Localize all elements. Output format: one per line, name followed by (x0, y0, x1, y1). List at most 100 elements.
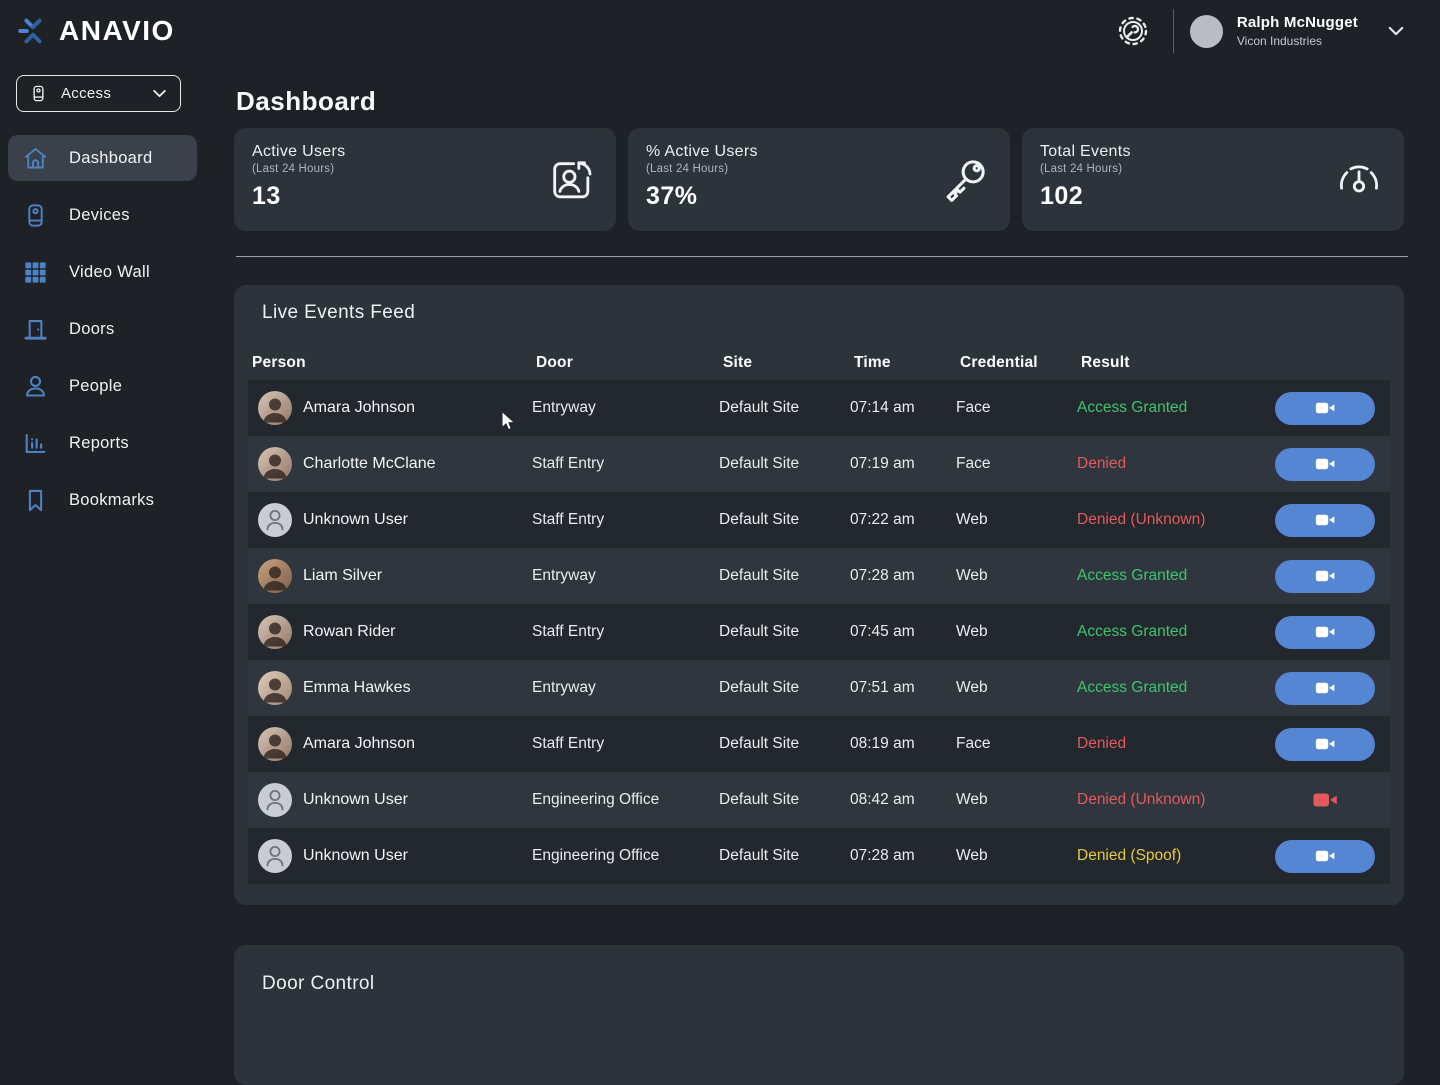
column-header-person: Person (252, 354, 536, 372)
credential-cell: Web (956, 623, 1077, 641)
video-button[interactable] (1275, 560, 1375, 593)
module-label: Access (61, 85, 111, 102)
bar-chart-icon (22, 430, 49, 457)
video-cell (1273, 840, 1390, 873)
event-row[interactable]: Unknown UserStaff EntryDefault Site07:22… (248, 492, 1390, 548)
sidebar-item-doors[interactable]: Doors (8, 306, 197, 352)
door-cell: Staff Entry (532, 455, 719, 473)
events-table-header: PersonDoorSiteTimeCredentialResult (248, 348, 1390, 378)
person-avatar (258, 727, 292, 761)
sidebar-item-reports[interactable]: Reports (8, 420, 197, 466)
user-name: Ralph McNugget (1237, 14, 1358, 31)
person-name: Amara Johnson (303, 735, 415, 753)
event-row[interactable]: Liam SilverEntrywayDefault Site07:28 amW… (248, 548, 1390, 604)
video-cell (1273, 616, 1390, 649)
video-camera-icon (1313, 396, 1337, 420)
stat-card-percent-active-users: % Active Users (Last 24 Hours) 37% (628, 128, 1010, 231)
sidebar-item-bookmarks[interactable]: Bookmarks (8, 477, 197, 523)
user-org: Vicon Industries (1237, 34, 1358, 48)
door-control-card: Door Control (234, 945, 1404, 1085)
person-cell: Charlotte McClane (248, 447, 532, 481)
user-avatar[interactable] (1190, 15, 1223, 48)
result-cell: Denied (Unknown) (1077, 511, 1273, 529)
person-cell: Amara Johnson (248, 727, 532, 761)
chevron-down-icon (151, 85, 168, 102)
result-cell: Denied (Unknown) (1077, 791, 1273, 809)
person-cell: Emma Hawkes (248, 671, 532, 705)
credential-cell: Web (956, 679, 1077, 697)
anavio-mark-icon (16, 14, 50, 48)
sidebar-item-label: Doors (69, 320, 115, 339)
credential-cell: Web (956, 791, 1077, 809)
video-cell (1273, 560, 1390, 593)
event-row[interactable]: Emma HawkesEntrywayDefault Site07:51 amW… (248, 660, 1390, 716)
time-cell: 07:19 am (850, 455, 956, 473)
grid-icon (22, 259, 49, 286)
video-button[interactable] (1275, 448, 1375, 481)
sidebar-item-label: Bookmarks (69, 491, 154, 510)
video-button[interactable] (1275, 392, 1375, 425)
section-divider (236, 256, 1408, 257)
person-name: Rowan Rider (303, 623, 395, 641)
sidebar-item-people[interactable]: People (8, 363, 197, 409)
site-cell: Default Site (719, 847, 850, 865)
video-camera-icon (1313, 564, 1337, 588)
video-button[interactable] (1275, 504, 1375, 537)
time-cell: 07:45 am (850, 623, 956, 641)
person-name: Unknown User (303, 791, 408, 809)
door-cell: Engineering Office (532, 791, 719, 809)
video-cell (1273, 392, 1390, 425)
video-button[interactable] (1275, 672, 1375, 705)
column-header-site: Site (723, 354, 854, 372)
device-icon (22, 202, 49, 229)
gear-wrench-icon[interactable] (1113, 11, 1153, 51)
user-text: Ralph McNugget Vicon Industries (1237, 14, 1358, 48)
person-avatar (258, 559, 292, 593)
credential-cell: Face (956, 399, 1077, 417)
sidebar: Access Dashboard Devices Video Wall Doors Pe… (0, 62, 205, 1024)
video-cell (1273, 448, 1390, 481)
person-name: Unknown User (303, 847, 408, 865)
video-camera-icon (1313, 676, 1337, 700)
event-row[interactable]: Charlotte McClaneStaff EntryDefault Site… (248, 436, 1390, 492)
site-cell: Default Site (719, 791, 850, 809)
result-cell: Access Granted (1077, 679, 1273, 697)
sidebar-item-video-wall[interactable]: Video Wall (8, 249, 197, 295)
video-camera-alert-icon[interactable] (1275, 785, 1375, 815)
result-cell: Access Granted (1077, 623, 1273, 641)
column-header-time: Time (854, 354, 960, 372)
person-name: Amara Johnson (303, 399, 415, 417)
time-cell: 07:14 am (850, 399, 956, 417)
site-cell: Default Site (719, 567, 850, 585)
event-row[interactable]: Unknown User Engineering OfficeDefault Si… (248, 772, 1390, 828)
sidebar-item-dashboard[interactable]: Dashboard (8, 135, 197, 181)
brand-name: ANAVIO (59, 15, 175, 47)
event-row[interactable]: Rowan RiderStaff EntryDefault Site07:45 … (248, 604, 1390, 660)
site-cell: Default Site (719, 623, 850, 641)
person-cell: Unknown User (248, 839, 532, 873)
video-camera-icon (1313, 844, 1337, 868)
user-activity-icon (546, 155, 596, 205)
credential-cell: Face (956, 455, 1077, 473)
event-row[interactable]: Unknown User Engineering OfficeDefault Si… (248, 828, 1390, 884)
video-cell (1273, 504, 1390, 537)
event-row[interactable]: Amara JohnsonStaff EntryDefault Site08:1… (248, 716, 1390, 772)
site-cell: Default Site (719, 735, 850, 753)
chevron-down-icon[interactable] (1386, 21, 1406, 41)
page-title: Dashboard (236, 86, 376, 117)
event-row[interactable]: Amara JohnsonEntrywayDefault Site07:14 a… (248, 380, 1390, 436)
key-icon (940, 155, 990, 205)
video-button[interactable] (1275, 840, 1375, 873)
person-name: Emma Hawkes (303, 679, 411, 697)
stat-card-active-users: Active Users (Last 24 Hours) 13 (234, 128, 616, 231)
video-button[interactable] (1275, 616, 1375, 649)
video-button[interactable] (1275, 728, 1375, 761)
result-cell: Access Granted (1077, 567, 1273, 585)
sidebar-item-label: Video Wall (69, 263, 150, 282)
module-selector[interactable]: Access (16, 75, 181, 112)
site-cell: Default Site (719, 399, 850, 417)
door-cell: Engineering Office (532, 847, 719, 865)
person-avatar (258, 447, 292, 481)
sidebar-item-devices[interactable]: Devices (8, 192, 197, 238)
user-menu[interactable]: Ralph McNugget Vicon Industries (1190, 14, 1406, 48)
